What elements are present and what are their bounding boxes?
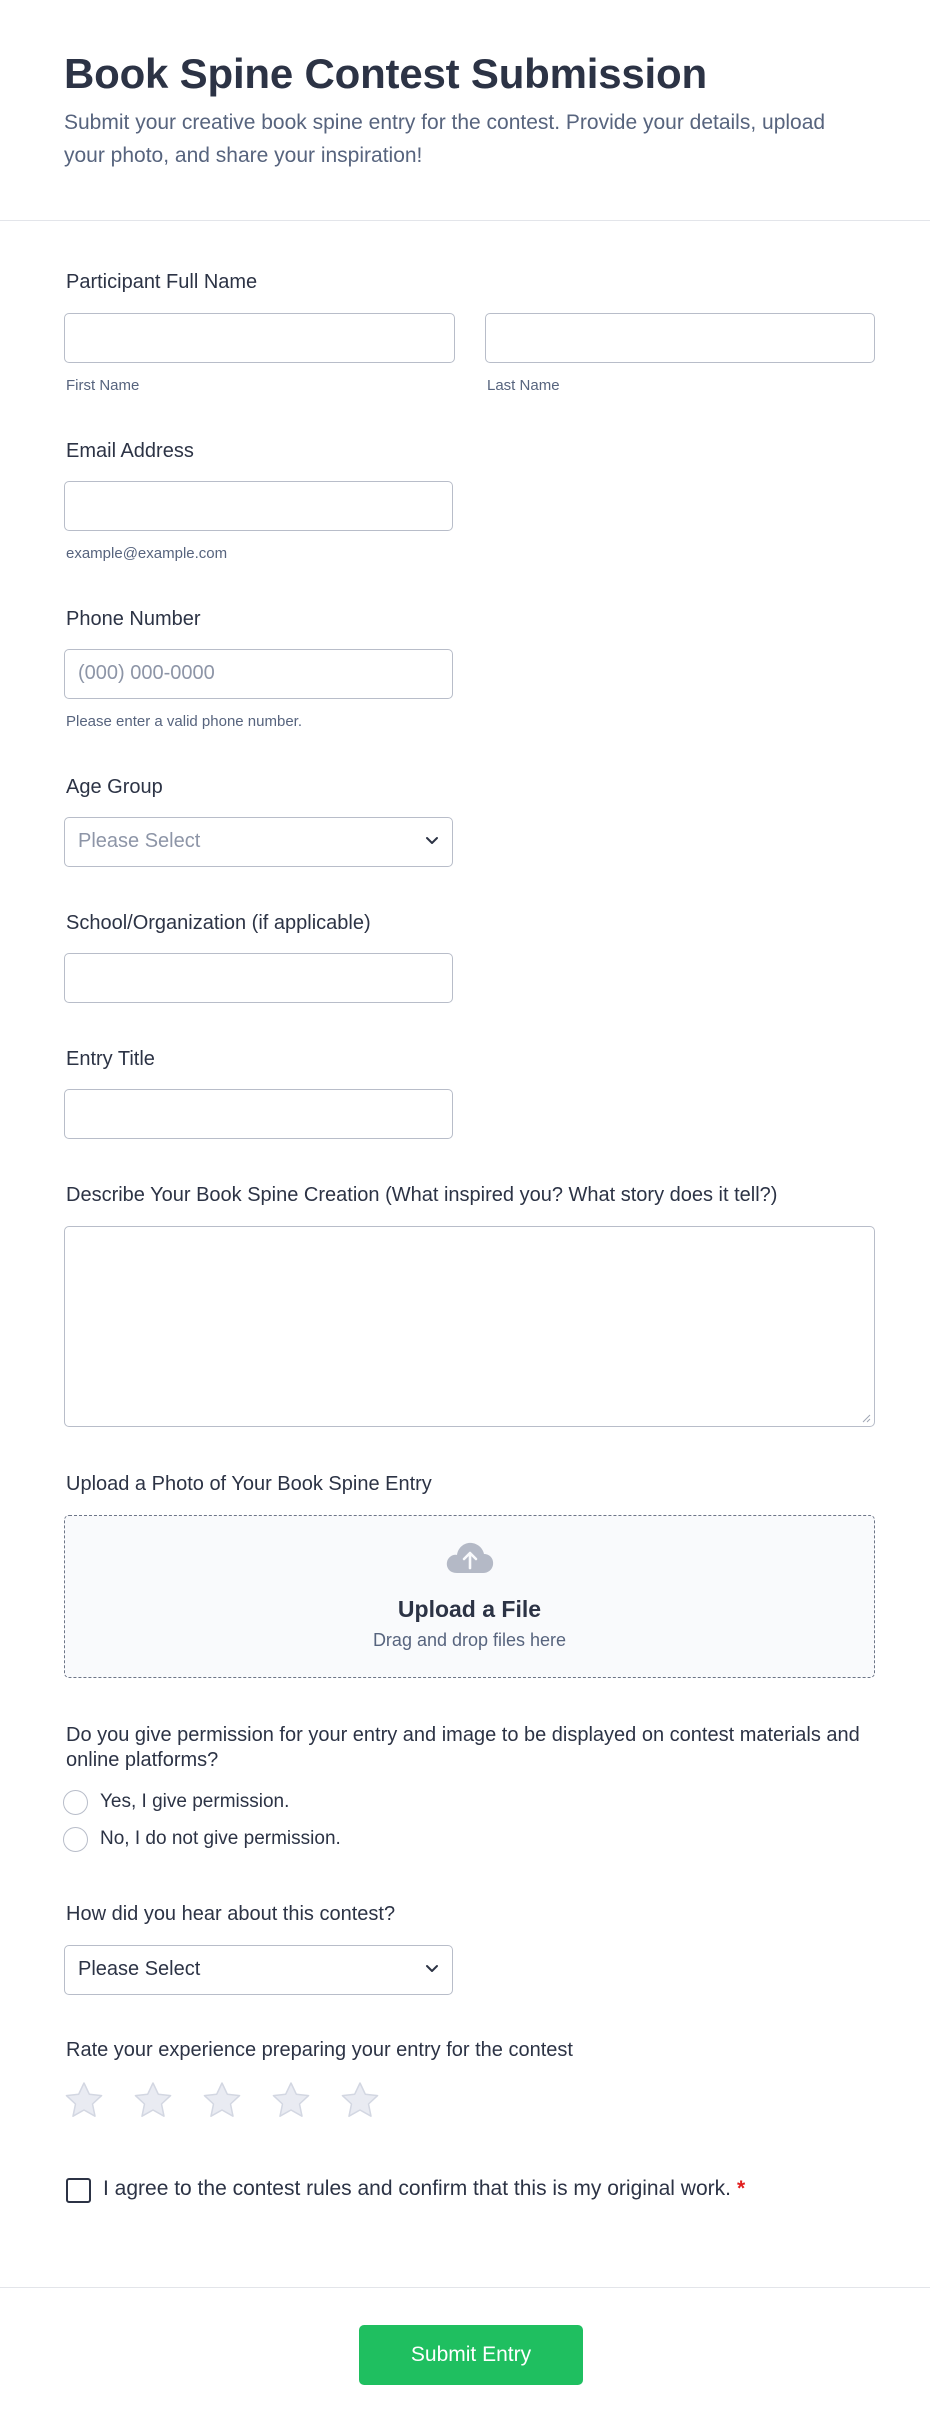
required-asterisk: *	[736, 2177, 746, 2200]
agreement-label[interactable]: I agree to the contest rules and confirm…	[103, 2177, 745, 2201]
email-sublabel: example@example.com	[66, 545, 228, 562]
first-name-sublabel: First Name	[66, 377, 140, 394]
form-title: Book Spine Contest Submission	[64, 50, 707, 97]
submit-button[interactable]: Submit Entry	[359, 2325, 583, 2385]
last-name-sublabel: Last Name	[487, 377, 560, 394]
radio-button[interactable]	[63, 1789, 88, 1815]
star-icon[interactable]	[133, 2081, 173, 2119]
chevron-down-icon	[426, 837, 438, 844]
radio-button[interactable]	[63, 1826, 88, 1852]
school-label: School/Organization (if applicable)	[66, 912, 371, 934]
phone-input[interactable]: (000) 000-0000	[64, 649, 453, 699]
phone-label: Phone Number	[66, 608, 201, 630]
star-icon[interactable]	[340, 2081, 380, 2119]
footer-divider	[0, 2287, 930, 2288]
file-upload-dropzone[interactable]: Upload a File Drag and drop files here	[64, 1515, 875, 1678]
first-name-input[interactable]	[64, 313, 455, 363]
school-input[interactable]	[64, 953, 453, 1003]
form-header: Book Spine Contest Submission Submit you…	[0, 0, 930, 221]
chevron-down-icon	[426, 1965, 438, 1972]
age-group-label: Age Group	[66, 776, 163, 798]
full-name-label: Participant Full Name	[66, 271, 258, 293]
phone-sublabel: Please enter a valid phone number.	[66, 713, 302, 730]
description-label: Describe Your Book Spine Creation (What …	[66, 1184, 778, 1206]
permission-option-yes[interactable]: Yes, I give permission.	[63, 1789, 289, 1815]
permission-label: Do you give permission for your entry an…	[66, 1724, 860, 1771]
cloud-upload-icon	[446, 1542, 494, 1573]
agreement-text: I agree to the contest rules and confirm…	[103, 2177, 731, 2200]
star-icon[interactable]	[64, 2081, 104, 2119]
radio-label: Yes, I give permission.	[100, 1791, 290, 1812]
heard-about-label: How did you hear about this contest?	[66, 1903, 396, 1925]
agreement-checkbox[interactable]	[66, 2178, 91, 2203]
permission-option-no[interactable]: No, I do not give permission.	[63, 1826, 341, 1852]
email-label: Email Address	[66, 440, 194, 462]
upload-subtitle: Drag and drop files here	[372, 1630, 567, 1650]
resize-handle-icon[interactable]	[861, 1413, 871, 1423]
heard-about-select[interactable]: Please Select	[64, 1945, 453, 1995]
entry-title-label: Entry Title	[66, 1048, 155, 1070]
star-icon[interactable]	[271, 2081, 311, 2119]
radio-label: No, I do not give permission.	[100, 1828, 341, 1849]
heard-about-selected: Please Select	[78, 1958, 201, 1980]
star-icon[interactable]	[202, 2081, 242, 2119]
description-textarea[interactable]	[64, 1226, 875, 1427]
upload-label: Upload a Photo of Your Book Spine Entry	[66, 1473, 432, 1495]
email-input[interactable]	[64, 481, 453, 531]
entry-title-input[interactable]	[64, 1089, 453, 1139]
upload-title: Upload a File	[397, 1596, 542, 1622]
rating-label: Rate your experience preparing your entr…	[66, 2039, 573, 2061]
age-group-selected: Please Select	[78, 830, 201, 852]
age-group-select[interactable]: Please Select	[64, 817, 453, 867]
form-subtitle: Submit your creative book spine entry fo…	[64, 111, 826, 167]
last-name-input[interactable]	[485, 313, 875, 363]
